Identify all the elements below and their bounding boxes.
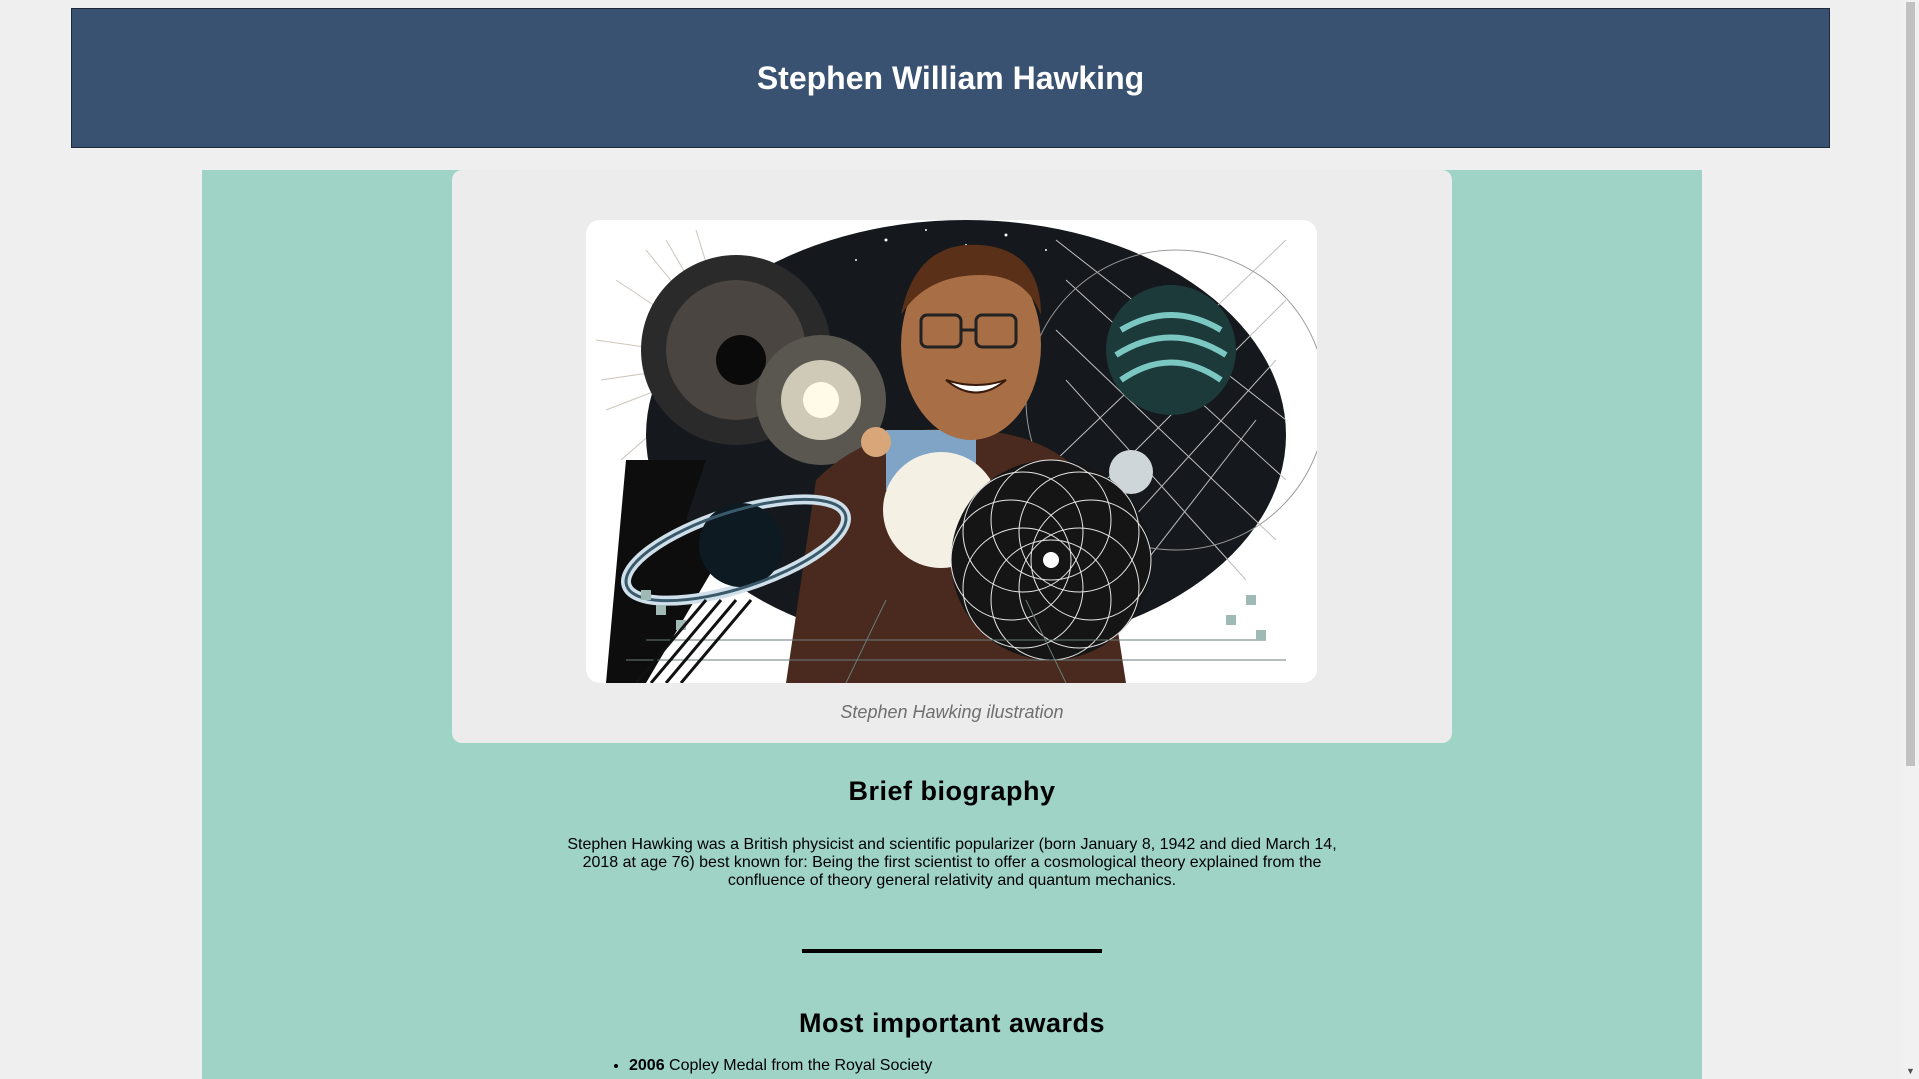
page-title: Stephen William Hawking	[756, 59, 1145, 96]
page-header: Stephen William Hawking	[71, 8, 1830, 148]
award-text: Copley Medal from the Royal Society	[664, 1057, 933, 1074]
main-content: Stephen Hawking ilustration Brief biogra…	[202, 170, 1702, 1079]
page-scrollbar[interactable]: ▼	[1902, 0, 1919, 1079]
section-divider	[802, 949, 1102, 953]
figure-caption: Stephen Hawking ilustration	[840, 702, 1064, 722]
illustration-figure: Stephen Hawking ilustration	[452, 170, 1452, 743]
scrollbar-thumb[interactable]	[1906, 2, 1915, 766]
biography-heading: Brief biography	[848, 776, 1056, 806]
scroll-down-arrow-icon[interactable]: ▼	[1902, 1065, 1919, 1077]
awards-list: 2006 Copley Medal from the Royal Society	[607, 1056, 932, 1076]
hawking-illustration-image	[586, 220, 1317, 683]
list-item: 2006 Copley Medal from the Royal Society	[629, 1056, 932, 1076]
award-year: 2006	[629, 1057, 665, 1074]
awards-heading: Most important awards	[798, 1008, 1106, 1038]
biography-text: Stephen Hawking was a British physicist …	[567, 836, 1337, 889]
